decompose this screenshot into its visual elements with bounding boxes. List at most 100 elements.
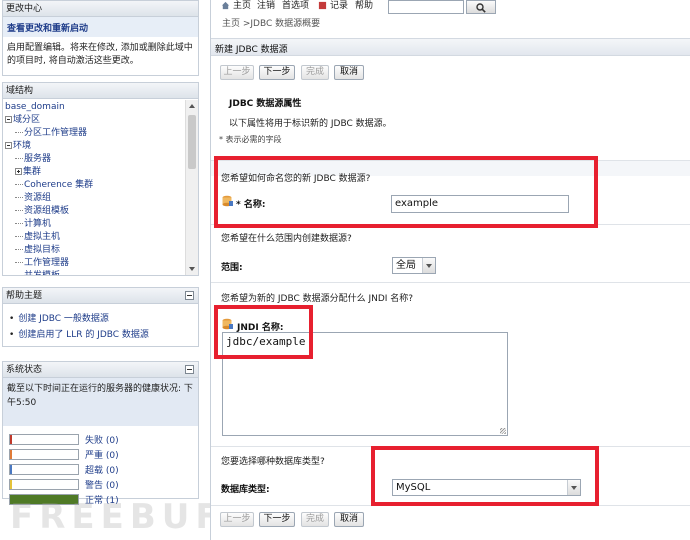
tree-item[interactable]: 环境: [5, 140, 182, 153]
chevron-down-icon: [567, 480, 580, 495]
watermark-logo: FREEBUF: [10, 497, 225, 537]
tree-item-label[interactable]: 分区工作管理器: [24, 128, 87, 138]
tree-item[interactable]: 分区工作管理器: [5, 127, 182, 140]
wizard-buttons-bottom: 上一步 下一步 完成 取消: [220, 512, 370, 528]
cancel-button[interactable]: 取消: [334, 512, 364, 527]
chevron-down-icon: [422, 258, 435, 273]
health-bar: [9, 479, 79, 490]
tree-item[interactable]: 虚拟主机: [5, 231, 182, 244]
scroll-down-icon[interactable]: [189, 267, 195, 271]
next-button[interactable]: 下一步: [259, 65, 295, 80]
tree-item[interactable]: base_domain: [5, 101, 182, 114]
help-link-create-generic[interactable]: 创建 JDBC 一般数据源: [9, 311, 194, 327]
tree-connector: [15, 223, 23, 224]
collapse-icon[interactable]: [5, 142, 12, 149]
jndi-value: jdbc/example: [226, 335, 306, 348]
tree-item[interactable]: 域分区: [5, 114, 182, 127]
health-status-row: 严重 (0): [9, 447, 198, 462]
finish-button[interactable]: 完成: [301, 512, 329, 527]
tree-item[interactable]: 计算机: [5, 218, 182, 231]
tree-item-label[interactable]: 资源组: [24, 193, 51, 203]
health-status-label[interactable]: 失败 (0): [85, 433, 119, 446]
tree-item[interactable]: 虚拟目标: [5, 244, 182, 257]
health-bar-fill: [10, 435, 12, 444]
help-link-create-llr[interactable]: 创建启用了 LLR 的 JDBC 数据源: [9, 327, 194, 343]
tree-connector: [15, 236, 23, 237]
name-label: * 名称:: [236, 200, 266, 210]
tree-item-label[interactable]: 环境: [13, 141, 31, 151]
nav-preferences-link[interactable]: 首选项: [282, 0, 309, 12]
help-topics-panel: 帮助主题 创建 JDBC 一般数据源 创建启用了 LLR 的 JDBC 数据源: [2, 287, 199, 347]
name-input[interactable]: example: [391, 195, 569, 213]
tree-item[interactable]: 资源组: [5, 192, 182, 205]
tree-item-label[interactable]: 虚拟目标: [24, 245, 60, 255]
tree-item[interactable]: 工作管理器: [5, 257, 182, 270]
page-title: 新建 JDBC 数据源: [215, 45, 288, 55]
nav-help-link[interactable]: 帮助: [355, 0, 373, 12]
dbtype-select[interactable]: MySQL: [392, 479, 581, 496]
required-note: * 表示必需的字段: [219, 135, 282, 144]
tree-item[interactable]: 资源组模板: [5, 205, 182, 218]
scroll-up-icon[interactable]: [189, 104, 195, 108]
nav-logout-link[interactable]: 注销: [257, 0, 275, 12]
search-input[interactable]: [388, 0, 464, 14]
nav-record-link[interactable]: 记录: [330, 0, 348, 12]
view-changes-restart-link[interactable]: 查看更改和重新启动: [7, 24, 88, 34]
properties-description: 以下属性将用于标识新的 JDBC 数据源。: [229, 119, 392, 129]
tree-item[interactable]: Coherence 集群: [5, 179, 182, 192]
jndi-textarea[interactable]: jdbc/example: [222, 332, 508, 436]
tree-item-label[interactable]: 并发模板: [24, 271, 60, 275]
tree-item-label[interactable]: 工作管理器: [24, 258, 69, 268]
dbtype-question: 您要选择哪种数据库类型?: [221, 457, 325, 467]
search-icon: [476, 3, 486, 13]
health-bar-fill: [10, 465, 12, 474]
health-bar: [9, 464, 79, 475]
tree-item-label[interactable]: 域分区: [13, 115, 40, 125]
change-center-panel: 更改中心 查看更改和重新启动 启用配置编辑。将来在修改, 添加或删除此域中的项目…: [2, 0, 199, 76]
expand-icon[interactable]: [15, 168, 22, 175]
search-button[interactable]: [466, 0, 496, 14]
change-center-title: 更改中心: [3, 1, 198, 17]
health-status-list: 失败 (0) 严重 (0) 超载 (0) 警告 (0) 正常 (1): [3, 426, 198, 507]
collapse-icon[interactable]: [185, 291, 194, 300]
scope-select[interactable]: 全局: [392, 257, 436, 274]
health-bar-fill: [10, 450, 12, 459]
health-bar: [9, 449, 79, 460]
tree-scrollbar[interactable]: [185, 100, 198, 275]
finish-button[interactable]: 完成: [301, 65, 329, 80]
tree-item[interactable]: 并发模板: [5, 270, 182, 275]
health-status-label[interactable]: 警告 (0): [85, 478, 119, 491]
tree-item[interactable]: 服务器: [5, 153, 182, 166]
tree-item[interactable]: 集群: [5, 166, 182, 179]
tree-item-label[interactable]: 虚拟主机: [24, 232, 60, 242]
tree-item-label[interactable]: 资源组模板: [24, 206, 69, 216]
nav-home-link[interactable]: 主页: [233, 0, 251, 12]
back-button[interactable]: 上一步: [220, 65, 254, 80]
dbtype-label: 数据库类型:: [221, 485, 270, 495]
scope-question: 您希望在什么范围内创建数据源?: [221, 234, 352, 244]
back-button[interactable]: 上一步: [220, 512, 254, 527]
tree-item-label[interactable]: Coherence 集群: [24, 180, 93, 190]
next-button[interactable]: 下一步: [259, 512, 295, 527]
help-topics-title: 帮助主题: [6, 291, 43, 301]
health-bar: [9, 434, 79, 445]
help-topics-list: 创建 JDBC 一般数据源 创建启用了 LLR 的 JDBC 数据源: [3, 304, 198, 343]
jndi-question: 您希望为新的 JDBC 数据源分配什么 JNDI 名称?: [221, 294, 414, 304]
health-status-label[interactable]: 超载 (0): [85, 463, 119, 476]
tree-item-label[interactable]: base_domain: [5, 102, 65, 112]
tree-item-label[interactable]: 服务器: [24, 154, 51, 164]
resize-grip-icon[interactable]: [500, 428, 506, 434]
breadcrumb[interactable]: 主页 >JDBC 数据源概要: [222, 18, 320, 30]
tree-connector: [15, 210, 23, 211]
health-status-row: 失败 (0): [9, 432, 198, 447]
cancel-button[interactable]: 取消: [334, 65, 364, 80]
collapse-icon[interactable]: [5, 116, 12, 123]
tree-item-label[interactable]: 集群: [23, 167, 41, 177]
collapse-icon[interactable]: [185, 365, 194, 374]
properties-title: JDBC 数据源属性: [229, 99, 302, 109]
dbtype-select-value: MySQL: [396, 482, 431, 493]
health-status-label[interactable]: 严重 (0): [85, 448, 119, 461]
tree-item-label[interactable]: 计算机: [24, 219, 51, 229]
health-status-row: 超载 (0): [9, 462, 198, 477]
scroll-thumb[interactable]: [188, 115, 196, 169]
